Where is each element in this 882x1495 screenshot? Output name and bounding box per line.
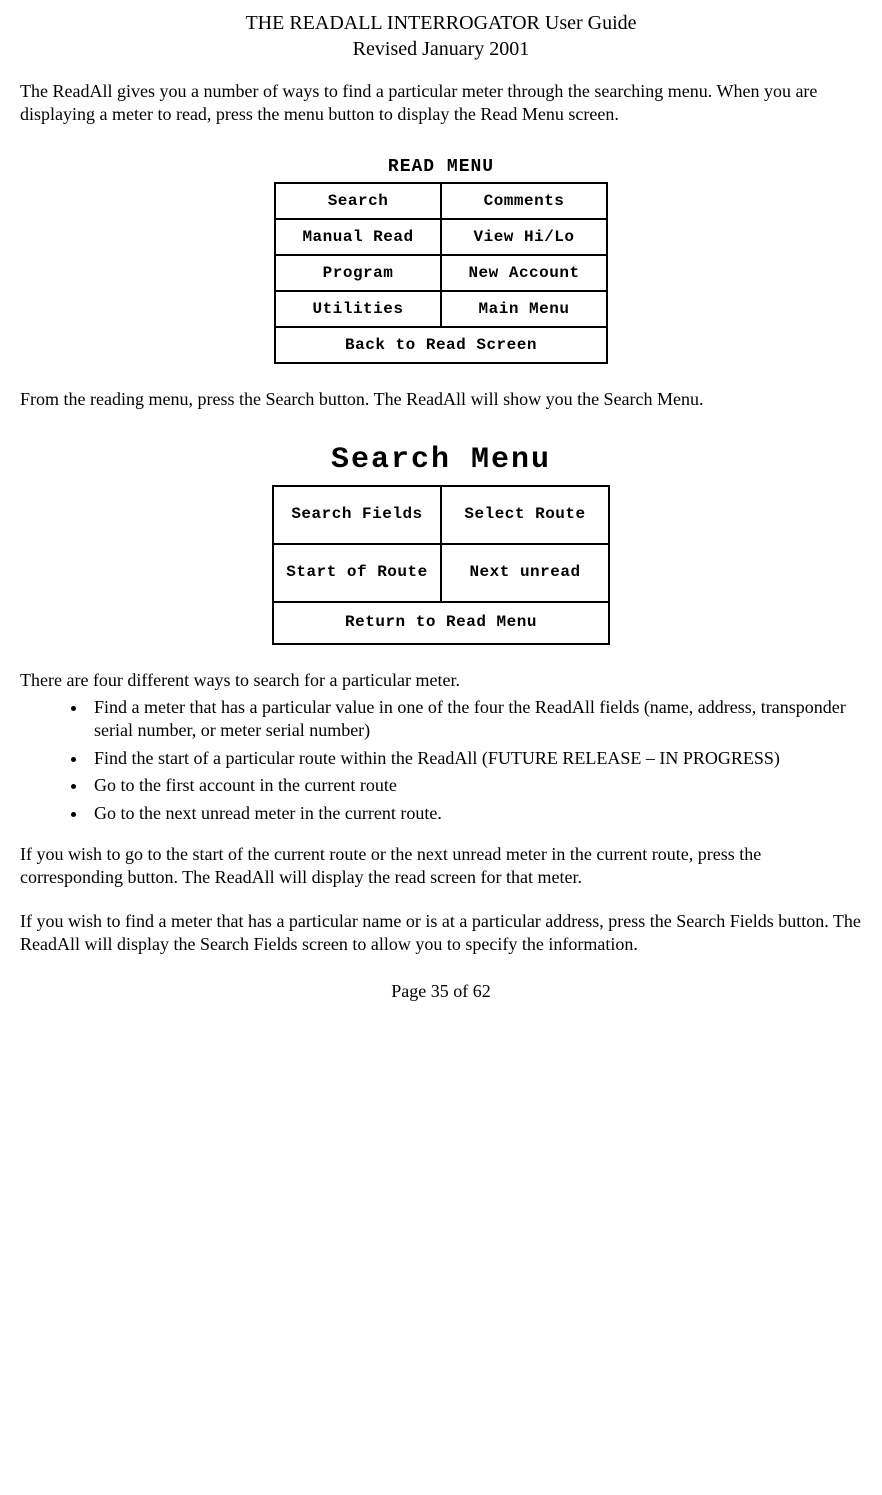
doc-title: THE READALL INTERROGATOR User Guide	[20, 10, 862, 36]
select-route-button[interactable]: Select Route	[440, 485, 610, 545]
paragraph-intro: The ReadAll gives you a number of ways t…	[20, 80, 862, 127]
manual-read-button[interactable]: Manual Read	[274, 218, 442, 256]
search-menu-title: Search Menu	[273, 441, 609, 480]
list-item: Find the start of a particular route wit…	[88, 747, 862, 770]
paragraph-search-intro: From the reading menu, press the Search …	[20, 388, 862, 411]
paragraph-start-route: If you wish to go to the start of the cu…	[20, 843, 862, 890]
return-to-read-menu-button[interactable]: Return to Read Menu	[272, 601, 610, 645]
program-button[interactable]: Program	[274, 254, 442, 292]
new-account-button[interactable]: New Account	[440, 254, 608, 292]
search-ways-list: Find a meter that has a particular value…	[20, 696, 862, 825]
back-to-read-button[interactable]: Back to Read Screen	[274, 326, 608, 364]
utilities-button[interactable]: Utilities	[274, 290, 442, 328]
next-unread-button[interactable]: Next unread	[440, 543, 610, 603]
doc-subtitle: Revised January 2001	[20, 36, 862, 62]
paragraph-four-ways: There are four different ways to search …	[20, 669, 862, 692]
comments-button[interactable]: Comments	[440, 182, 608, 220]
search-button[interactable]: Search	[274, 182, 442, 220]
paragraph-search-fields: If you wish to find a meter that has a p…	[20, 910, 862, 957]
start-of-route-button[interactable]: Start of Route	[272, 543, 442, 603]
list-item: Go to the first account in the current r…	[88, 774, 862, 797]
read-menu-screenshot: READ MENU Search Comments Manual Read Vi…	[20, 152, 862, 363]
search-menu-screenshot: Search Menu Search Fields Select Route S…	[20, 437, 862, 644]
read-menu-title: READ MENU	[275, 156, 607, 179]
search-fields-button[interactable]: Search Fields	[272, 485, 442, 545]
main-menu-button[interactable]: Main Menu	[440, 290, 608, 328]
page-number: Page 35 of 62	[20, 980, 862, 1003]
list-item: Find a meter that has a particular value…	[88, 696, 862, 743]
page-header: THE READALL INTERROGATOR User Guide Revi…	[20, 10, 862, 62]
list-item: Go to the next unread meter in the curre…	[88, 802, 862, 825]
view-hilo-button[interactable]: View Hi/Lo	[440, 218, 608, 256]
